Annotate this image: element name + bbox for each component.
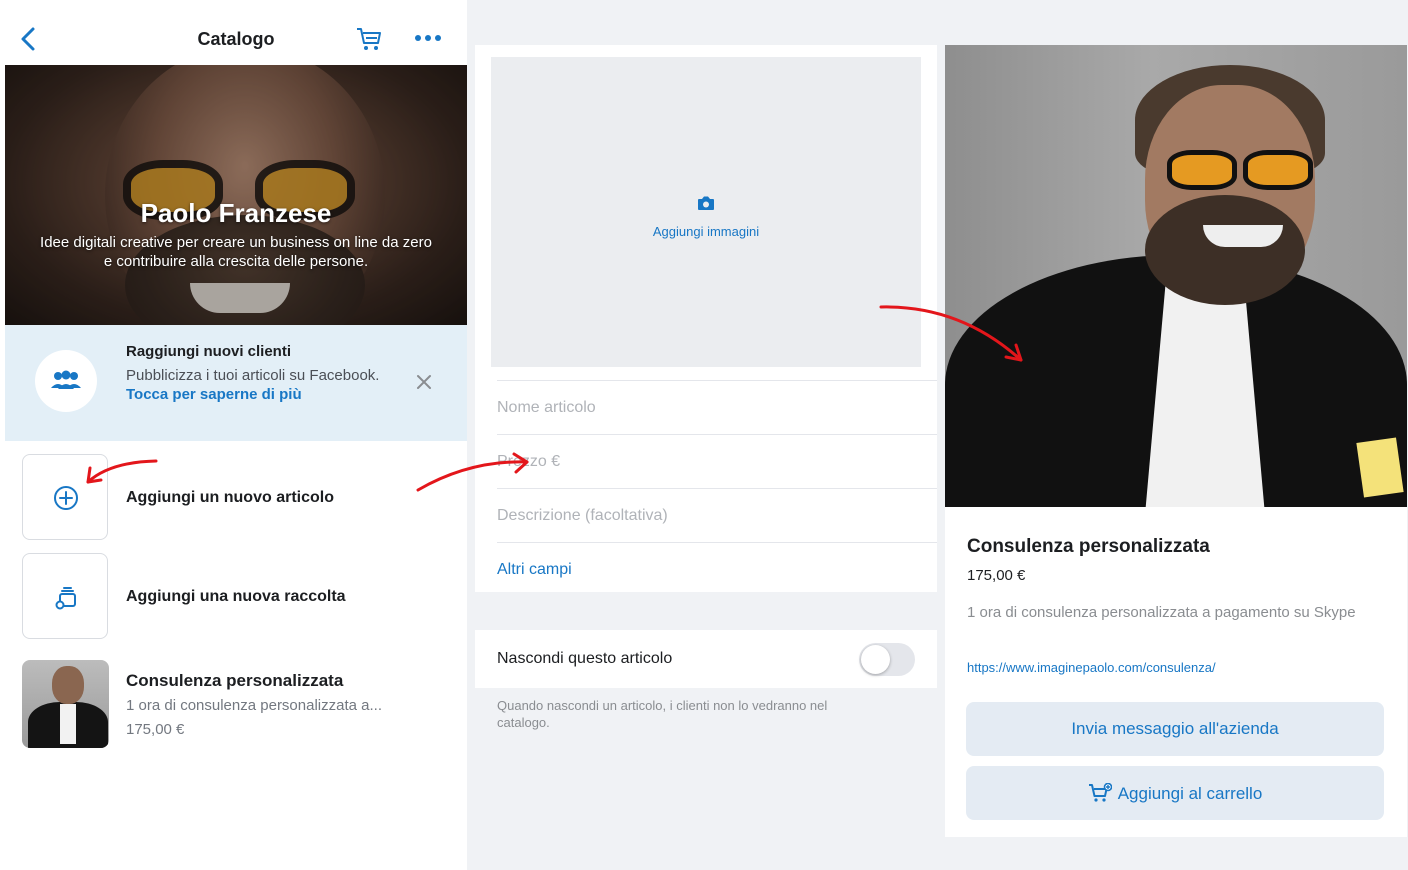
product-name: Consulenza personalizzata <box>967 536 1210 557</box>
add-item-label: Aggiungi un nuovo articolo <box>126 489 334 506</box>
list-item[interactable]: Consulenza personalizzata 1 ora di consu… <box>22 660 462 750</box>
new-item-form: Aggiungi immagini Nome articolo Prezzo €… <box>467 0 945 870</box>
hide-item-row: Nascondi questo articolo <box>475 630 937 688</box>
product-description: 1 ora di consulenza personalizzata a pag… <box>967 604 1356 621</box>
add-to-cart-label: Aggiungi al carrello <box>1117 784 1263 803</box>
plus-circle-icon <box>54 486 78 510</box>
photo-beard <box>1145 195 1305 305</box>
collection-icon <box>55 587 76 610</box>
product-link[interactable]: https://www.imaginepaolo.com/consulenza/ <box>967 660 1216 675</box>
item-name-field[interactable]: Nome articolo <box>497 380 937 434</box>
add-images-label: Aggiungi immagini <box>652 224 760 239</box>
promo-title: Raggiungi nuovi clienti <box>126 343 291 360</box>
cart-add-icon <box>1088 782 1113 802</box>
add-collection-tile <box>22 553 108 639</box>
hide-item-hint: Quando nascondi un articolo, i clienti n… <box>497 698 828 730</box>
promo-text: Pubblicizza i tuoi articoli su Facebook.… <box>126 366 386 404</box>
item-description: 1 ora di consulenza personalizzata a... <box>126 697 382 714</box>
add-collection-button[interactable]: Aggiungi una nuova raccolta <box>22 553 462 639</box>
more-icon[interactable] <box>413 27 443 49</box>
add-to-cart-button[interactable]: Aggiungi al carrello <box>966 766 1384 820</box>
profile-name: Paolo Franzese <box>140 198 332 228</box>
page-title: Catalogo <box>197 29 275 49</box>
hide-item-toggle[interactable] <box>859 643 915 676</box>
close-icon[interactable] <box>415 373 433 391</box>
catalog-header: Catalogo <box>5 12 467 66</box>
promo-icon-circle <box>35 350 97 412</box>
cart-icon[interactable] <box>355 26 383 52</box>
thumb-shirt <box>60 704 76 744</box>
cover-overlay <box>5 65 467 325</box>
price-field[interactable]: Prezzo € <box>497 434 937 488</box>
profile-cover: Paolo Franzese Idee digitali creative pe… <box>5 65 467 325</box>
photo-glasses-left <box>1167 150 1237 190</box>
description-field[interactable]: Descrizione (facoltativa) <box>497 488 937 542</box>
send-message-button[interactable]: Invia messaggio all'azienda <box>966 702 1384 756</box>
send-message-label: Invia messaggio all'azienda <box>1071 719 1279 738</box>
item-price: 175,00 € <box>126 721 185 738</box>
camera-icon <box>698 196 714 210</box>
promo-body: Pubblicizza i tuoi articoli su Facebook. <box>126 367 380 384</box>
add-item-tile <box>22 454 108 540</box>
hide-item-label: Nascondi questo articolo <box>497 650 673 667</box>
toggle-knob <box>861 645 890 674</box>
add-item-button[interactable]: Aggiungi un nuovo articolo <box>22 454 462 540</box>
photo-glasses-right <box>1243 150 1313 190</box>
item-name: Consulenza personalizzata <box>126 671 344 690</box>
photo-pocket-square <box>1356 437 1404 498</box>
form-fields: Nome articolo Prezzo € Descrizione (faco… <box>475 380 937 592</box>
promo-learn-more-link[interactable]: Tocca per saperne di più <box>126 386 302 403</box>
thumb-head <box>52 666 84 704</box>
product-card: Consulenza personalizzata 175,00 € 1 ora… <box>945 45 1407 837</box>
photo-smile <box>1203 225 1283 247</box>
add-collection-label: Aggiungi una nuova raccolta <box>126 588 346 605</box>
add-images-area[interactable]: Aggiungi immagini <box>491 57 921 367</box>
product-preview-panel: Consulenza personalizzata 175,00 € 1 ora… <box>945 0 1408 870</box>
product-price: 175,00 € <box>967 567 1026 584</box>
catalog-panel: Catalogo Paolo Franzese Idee digitali cr… <box>5 0 467 870</box>
promo-banner[interactable]: Raggiungi nuovi clienti Pubblicizza i tu… <box>5 325 467 441</box>
profile-description: Idee digitali creative per creare un bus… <box>40 234 432 270</box>
image-card: Aggiungi immagini <box>475 45 937 380</box>
people-icon <box>51 370 81 389</box>
more-fields-link[interactable]: Altri campi <box>497 542 937 596</box>
product-photo[interactable] <box>945 45 1407 507</box>
item-thumbnail <box>22 660 109 748</box>
form-top-gap <box>467 0 945 45</box>
